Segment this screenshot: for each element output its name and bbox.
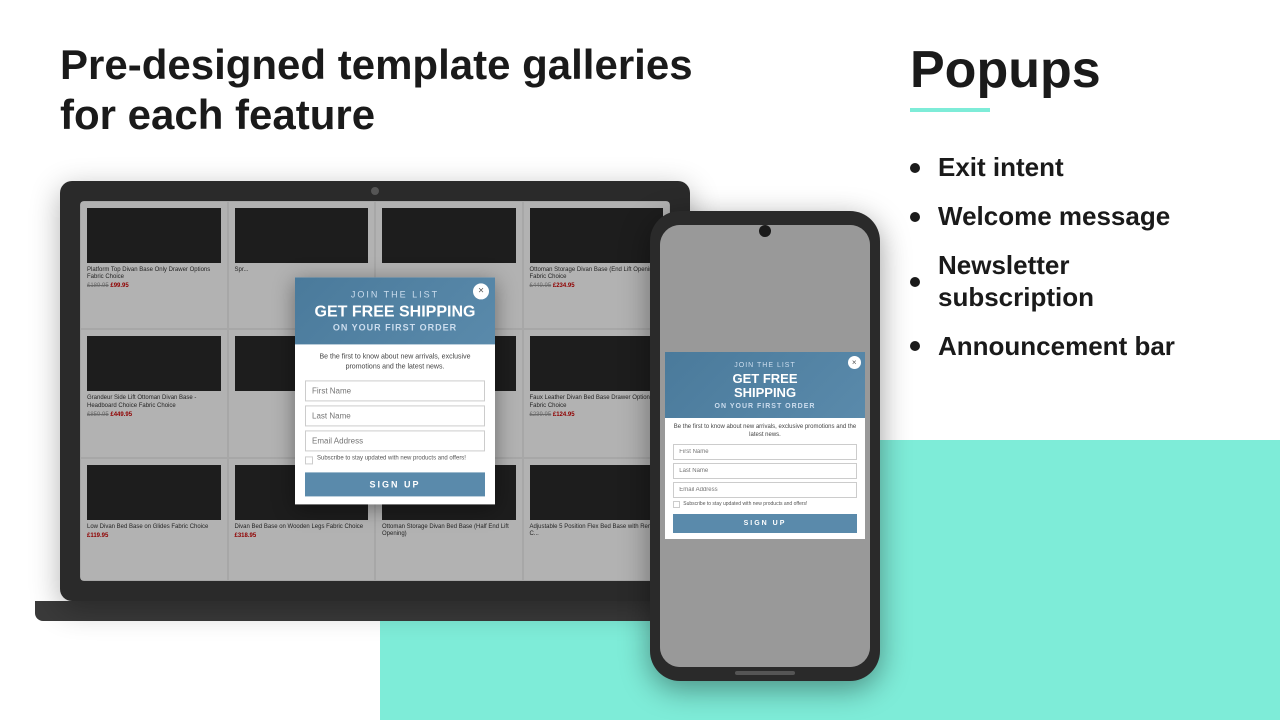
right-section: Popups Exit intent Welcome message Newsl…	[880, 0, 1280, 720]
section-title: Popups	[910, 40, 1230, 100]
list-item-exit-intent: Exit intent	[910, 152, 1230, 183]
popup-signup-button[interactable]: SIGN UP	[305, 472, 485, 496]
list-item-label: Announcement bar	[938, 331, 1175, 362]
phone-subscribe-checkbox[interactable]	[673, 501, 680, 508]
phone-screen: × JOIN THE LIST GET FREESHIPPING ON YOUR…	[660, 225, 870, 667]
bullet-dot	[910, 163, 920, 173]
phone-camera	[759, 225, 771, 237]
phone-email-input[interactable]	[673, 482, 857, 498]
laptop-camera	[371, 187, 379, 195]
phone-last-name-input[interactable]	[673, 463, 857, 479]
popup-first-name-input[interactable]	[305, 380, 485, 401]
popup-last-name-input[interactable]	[305, 405, 485, 426]
phone-checkbox-row: Subscribe to stay updated with new produ…	[673, 501, 857, 508]
phone-popup-join: JOIN THE LIST	[673, 362, 857, 369]
popup-email-input[interactable]	[305, 430, 485, 451]
devices-container: Platform Top Divan Base Only Drawer Opti…	[60, 181, 880, 701]
page-title: Pre-designed template galleries for each…	[60, 40, 880, 141]
popup-subheadline: ON YOUR FIRST ORDER	[305, 323, 485, 333]
popup-body: Be the first to know about new arrivals,…	[295, 345, 495, 505]
phone-mockup: × JOIN THE LIST GET FREESHIPPING ON YOUR…	[650, 211, 880, 701]
popup-checkbox-row: Subscribe to stay updated with new produ…	[305, 455, 485, 464]
phone-popup-subheadline: ON YOUR FIRST ORDER	[673, 403, 857, 410]
phone-popup-description: Be the first to know about new arrivals,…	[673, 424, 857, 440]
popup-description: Be the first to know about new arrivals,…	[305, 353, 485, 373]
product-item: Low Divan Bed Base on Glides Fabric Choi…	[80, 458, 228, 581]
laptop-screen: Platform Top Divan Base Only Drawer Opti…	[80, 201, 670, 581]
popup-subscribe-checkbox[interactable]	[305, 456, 313, 464]
product-item: Adjustable 5 Position Flex Bed Base with…	[523, 458, 671, 581]
list-item-label: Exit intent	[938, 152, 1064, 183]
product-item: Faux Leather Divan Bed Base Drawer Optio…	[523, 329, 671, 458]
popup-join-text: JOIN THE LIST	[305, 289, 485, 299]
product-item: Platform Top Divan Base Only Drawer Opti…	[80, 201, 228, 330]
section-underline	[910, 108, 990, 112]
list-item-announcement: Announcement bar	[910, 331, 1230, 362]
phone-popup-close[interactable]: ×	[848, 356, 861, 369]
bullet-list: Exit intent Welcome message Newsletter s…	[910, 152, 1230, 362]
list-item-label: Welcome message	[938, 201, 1170, 232]
laptop-base	[35, 601, 715, 621]
left-section: Pre-designed template galleries for each…	[0, 0, 880, 720]
phone-home-bar	[735, 671, 795, 675]
list-item-newsletter: Newsletter subscription	[910, 250, 1230, 312]
laptop-popup: × JOIN THE LIST GET FREE SHIPPING ON YOU…	[295, 277, 495, 504]
product-item: Ottoman Storage Divan Base (End Lift Ope…	[523, 201, 671, 330]
list-item-welcome: Welcome message	[910, 201, 1230, 232]
bullet-dot	[910, 277, 920, 287]
laptop-mockup: Platform Top Divan Base Only Drawer Opti…	[60, 181, 690, 641]
product-item: Grandeur Side Lift Ottoman Divan Base - …	[80, 329, 228, 458]
phone-popup-body: Be the first to know about new arrivals,…	[665, 418, 865, 540]
list-item-label: Newsletter subscription	[938, 250, 1230, 312]
phone-first-name-input[interactable]	[673, 444, 857, 460]
phone-popup-headline: GET FREESHIPPING	[673, 372, 857, 401]
popup-checkbox-label: Subscribe to stay updated with new produ…	[317, 455, 466, 463]
popup-close-button[interactable]: ×	[473, 283, 489, 299]
bullet-dot	[910, 341, 920, 351]
bullet-dot	[910, 212, 920, 222]
phone-popup-overlay: × JOIN THE LIST GET FREESHIPPING ON YOUR…	[660, 225, 870, 667]
phone-checkbox-label: Subscribe to stay updated with new produ…	[683, 501, 807, 508]
phone-signup-button[interactable]: SIGN UP	[673, 514, 857, 533]
popup-headline: GET FREE SHIPPING	[305, 303, 485, 321]
phone-popup-header: JOIN THE LIST GET FREESHIPPING ON YOUR F…	[665, 352, 865, 418]
popup-header: JOIN THE LIST GET FREE SHIPPING ON YOUR …	[295, 277, 495, 345]
phone-popup-inner: × JOIN THE LIST GET FREESHIPPING ON YOUR…	[665, 352, 865, 539]
